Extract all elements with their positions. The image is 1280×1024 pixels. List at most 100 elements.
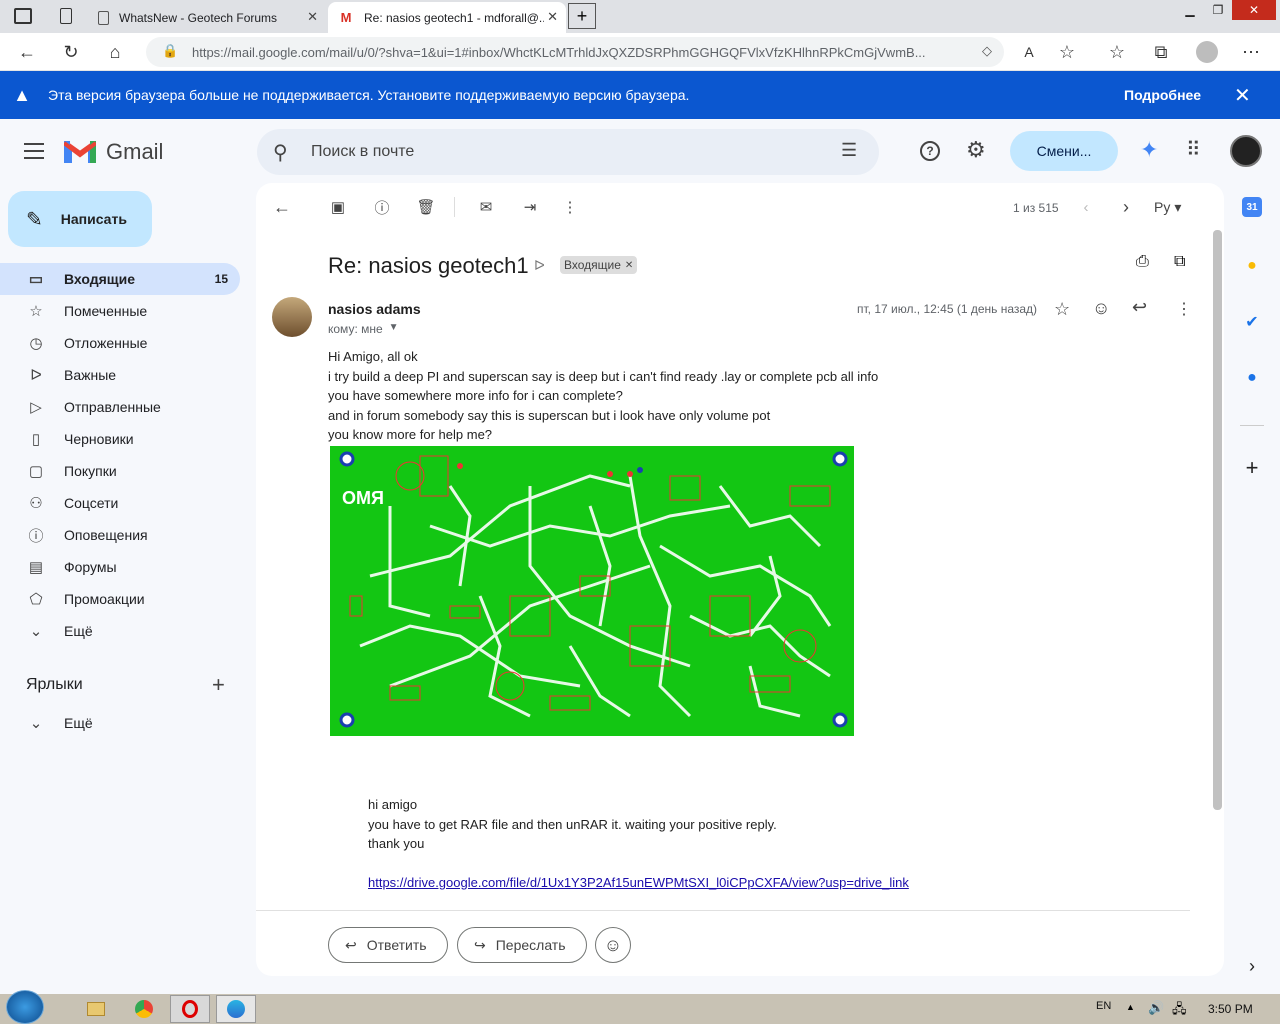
more-vert-icon[interactable]: ⋮ <box>1176 299 1192 319</box>
clock-text[interactable]: 3:50 PM <box>1208 1002 1253 1016</box>
report-spam-icon[interactable]: ⓘ <box>372 197 392 217</box>
label-chip[interactable]: Входящие ✕ <box>560 256 638 274</box>
edge-icon[interactable] <box>216 995 256 1023</box>
input-tools-button[interactable]: Ру ▾ <box>1154 199 1181 216</box>
mark-unread-icon[interactable]: ✉ <box>476 197 496 217</box>
next-icon[interactable]: › <box>1116 197 1136 217</box>
get-addons-icon[interactable]: + <box>1238 454 1266 482</box>
search-options-icon[interactable]: ☰ <box>841 140 857 161</box>
switch-button[interactable]: Смени... <box>1010 131 1118 171</box>
maximize-button[interactable]: ❐ <box>1204 0 1232 20</box>
sender-avatar[interactable] <box>272 297 312 337</box>
forum-icon: ▤ <box>28 559 44 576</box>
print-icon[interactable]: ⎙ <box>1136 253 1149 271</box>
keep-icon[interactable]: ● <box>1238 252 1266 280</box>
sidebar-item-2[interactable]: ◷ Отложенные <box>0 327 240 359</box>
drive-link[interactable]: https://drive.google.com/file/d/1Ux1Y3P2… <box>368 875 909 890</box>
learn-more-link[interactable]: Подробнее <box>1124 87 1201 103</box>
expand-panel-icon[interactable]: › <box>1238 952 1266 980</box>
tab-actions-icon[interactable] <box>14 8 32 24</box>
help-icon[interactable]: ? <box>920 141 940 161</box>
profile-avatar[interactable] <box>1196 41 1218 63</box>
opera-icon[interactable] <box>170 995 210 1023</box>
close-icon[interactable]: ✕ <box>1234 83 1251 108</box>
sidebar-item-0[interactable]: ▭ Входящие 15 <box>0 263 240 295</box>
settings-gear-icon[interactable]: ⚙ <box>966 137 986 163</box>
labels-more[interactable]: ⌄ Ещё <box>0 707 240 739</box>
calendar-icon[interactable]: 31 <box>1242 197 1262 217</box>
network-icon[interactable]: 🖧 <box>1172 1000 1187 1022</box>
sidebar-item-9[interactable]: ▤ Форумы <box>0 551 240 583</box>
add-label-icon[interactable]: + <box>212 672 225 698</box>
more-vert-icon[interactable]: ⋮ <box>560 197 580 217</box>
tab-whatsnew[interactable]: WhatsNew - Geotech Forums ✕ <box>88 2 326 33</box>
read-aloud-icon[interactable]: A <box>1018 41 1040 63</box>
sidebar-item-7[interactable]: ⚇ Соцсети <box>0 487 240 519</box>
gmail-header: Gmail ⚲ Поиск в почте ☰ ? ⚙ Смени... ✦ ⠿ <box>0 119 1280 183</box>
home-icon[interactable]: ⌂ <box>104 41 126 63</box>
sidebar-item-8[interactable]: ⓘ Оповещения <box>0 519 240 551</box>
tasks-icon[interactable]: ✔ <box>1238 308 1266 336</box>
main-menu-icon[interactable] <box>24 143 44 159</box>
close-icon[interactable]: ✕ <box>547 9 558 25</box>
tab-gmail[interactable]: M Re: nasios geotech1 - mdforall@... ✕ <box>328 2 566 33</box>
reply-icon[interactable]: ↩ <box>1132 297 1147 318</box>
compose-button[interactable]: ✎ Написать <box>8 191 152 247</box>
address-bar[interactable]: 🔒 https://mail.google.com/mail/u/0/?shva… <box>146 37 1004 67</box>
back-arrow-icon[interactable]: ← <box>272 197 292 217</box>
forward-button[interactable]: ↪ Переслать <box>457 927 587 963</box>
gemini-icon[interactable]: ✦ <box>1140 137 1158 163</box>
remove-label-icon[interactable]: ✕ <box>625 260 633 271</box>
close-icon[interactable]: ✕ <box>307 9 318 25</box>
search-input[interactable]: Поиск в почте <box>311 143 414 161</box>
star-icon[interactable]: ☆ <box>1054 299 1070 320</box>
search-box[interactable]: ⚲ Поиск в почте ☰ <box>257 129 879 175</box>
sidebar-item-label: Ещё <box>64 623 93 639</box>
sidebar-item-4[interactable]: ▷ Отправленные <box>0 391 240 423</box>
recipients[interactable]: кому: мне ▼ <box>328 322 399 336</box>
archive-icon[interactable]: ▣ <box>328 197 348 217</box>
prev-icon[interactable]: ‹ <box>1076 197 1096 217</box>
sidebar-item-11[interactable]: ⌄ Ещё <box>0 615 240 647</box>
browser-tab-bar: WhatsNew - Geotech Forums ✕ M Re: nasios… <box>0 0 1280 33</box>
chrome-icon[interactable] <box>124 995 164 1023</box>
sidebar-item-5[interactable]: ▯ Черновики <box>0 423 240 455</box>
importance-icon[interactable]: ᐅ <box>534 257 545 274</box>
emoji-icon[interactable]: ☺ <box>1092 298 1110 319</box>
contacts-icon[interactable]: ● <box>1238 364 1266 392</box>
delete-icon[interactable]: 🗑 <box>416 197 436 217</box>
sender-name[interactable]: nasios adams <box>328 301 421 317</box>
add-favorite-icon[interactable]: ☆ <box>1056 41 1078 63</box>
reply-button[interactable]: ↩ Ответить <box>328 927 448 963</box>
collections-icon[interactable]: ⧉ <box>1150 41 1172 63</box>
open-new-window-icon[interactable]: ⧉ <box>1174 253 1185 271</box>
body-line: you have somewhere more info for i can c… <box>328 388 623 403</box>
scrollbar[interactable] <box>1213 230 1222 810</box>
pcb-image[interactable]: OMЯ <box>330 446 854 736</box>
volume-icon[interactable]: 🔊 <box>1148 1000 1164 1016</box>
more-icon[interactable]: ⋯ <box>1240 41 1262 63</box>
back-icon[interactable]: ← <box>16 41 38 63</box>
move-to-icon[interactable]: ⇥ <box>520 197 540 217</box>
explorer-icon[interactable] <box>76 995 116 1023</box>
language-indicator[interactable]: EN <box>1096 1000 1111 1012</box>
reload-icon[interactable]: ↻ <box>60 41 82 63</box>
account-avatar[interactable] <box>1230 135 1262 167</box>
sidebar-item-1[interactable]: ☆ Помеченные <box>0 295 240 327</box>
inbox-icon: ▭ <box>28 271 44 288</box>
gmail-logo-icon[interactable] <box>62 139 98 163</box>
apps-grid-icon[interactable]: ⠿ <box>1186 137 1201 162</box>
minimize-button[interactable]: ▁ <box>1176 0 1204 20</box>
page-icon[interactable] <box>60 8 72 24</box>
sidebar-item-3[interactable]: ᐅ Важные <box>0 359 240 391</box>
reader-icon[interactable]: ◇ <box>982 43 992 59</box>
search-icon[interactable]: ⚲ <box>273 140 288 165</box>
favorites-icon[interactable]: ☆ <box>1106 41 1128 63</box>
start-button[interactable] <box>6 990 44 1024</box>
emoji-reaction-button[interactable]: ☺ <box>595 927 631 963</box>
sidebar-item-10[interactable]: ⬠ Промоакции <box>0 583 240 615</box>
sidebar-item-6[interactable]: ▢ Покупки <box>0 455 240 487</box>
new-tab-button[interactable]: + <box>568 3 596 29</box>
tray-arrow-icon[interactable]: ▲ <box>1126 1002 1135 1012</box>
close-window-button[interactable]: ✕ <box>1232 0 1276 20</box>
